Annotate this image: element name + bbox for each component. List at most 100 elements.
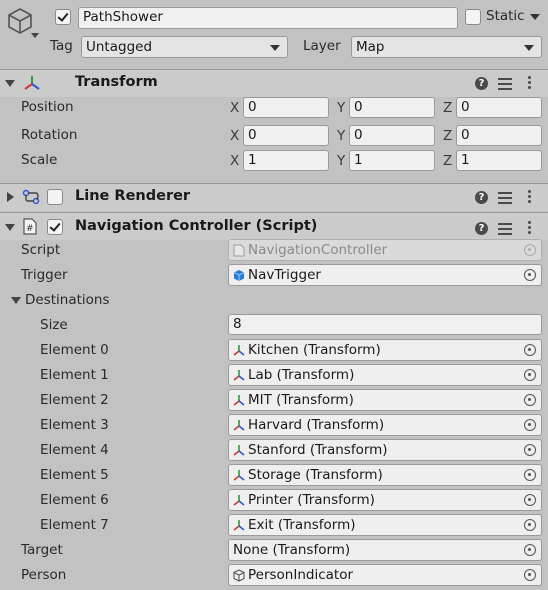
object-picker-icon[interactable] — [524, 544, 536, 556]
element-field[interactable]: Exit (Transform) — [228, 514, 542, 536]
rotation-x-value: 0 — [248, 127, 257, 143]
transform-header[interactable]: Transform ? — [0, 69, 548, 97]
chevron-down-icon — [524, 45, 534, 51]
script-icon: # — [23, 218, 37, 235]
scale-z-field[interactable]: 1 — [456, 150, 542, 171]
tag-dropdown[interactable]: Untagged — [81, 36, 288, 58]
preset-icon[interactable] — [498, 77, 512, 90]
element-field[interactable]: MIT (Transform) — [228, 389, 542, 411]
gameobject-icon-dropdown-arrow[interactable] — [31, 33, 39, 38]
active-checkbox[interactable] — [55, 9, 71, 25]
nav-controller-header[interactable]: # Navigation Controller (Script) ? — [0, 212, 548, 240]
object-picker-icon[interactable] — [524, 519, 536, 531]
transform-icon — [233, 343, 245, 356]
position-x-axis[interactable]: X — [230, 100, 239, 116]
element-label: Element 3 — [40, 417, 109, 433]
element-field[interactable]: Stanford (Transform) — [228, 439, 542, 461]
element-label: Element 0 — [40, 342, 109, 358]
element-field[interactable]: Printer (Transform) — [228, 489, 542, 511]
target-label: Target — [21, 542, 63, 558]
more-options-icon[interactable] — [528, 76, 532, 90]
svg-text:#: # — [26, 224, 34, 234]
size-label: Size — [40, 317, 68, 333]
static-dropdown-arrow[interactable] — [530, 14, 540, 20]
element-value: MIT (Transform) — [248, 392, 354, 408]
more-options-icon[interactable] — [528, 190, 532, 204]
more-options-icon[interactable] — [528, 221, 532, 235]
rotation-y-axis[interactable]: Y — [337, 128, 345, 144]
scale-y-axis[interactable]: Y — [337, 153, 345, 169]
static-checkbox[interactable] — [465, 9, 481, 25]
static-label: Static — [486, 8, 525, 24]
transform-icon — [233, 393, 245, 406]
size-field[interactable]: 8 — [228, 314, 542, 335]
position-z-field[interactable]: 0 — [456, 97, 542, 118]
scale-z-axis[interactable]: Z — [443, 153, 452, 169]
help-icon[interactable]: ? — [475, 191, 488, 204]
layer-label: Layer — [303, 38, 341, 54]
fold-down-arrow[interactable] — [5, 224, 15, 231]
nav-controller-enable-checkbox[interactable] — [47, 219, 63, 235]
scale-x-value: 1 — [248, 152, 257, 168]
person-field[interactable]: PersonIndicator — [228, 564, 542, 586]
position-label: Position — [21, 99, 74, 115]
element-field[interactable]: Storage (Transform) — [228, 464, 542, 486]
scale-y-field[interactable]: 1 — [349, 150, 435, 171]
element-value: Storage (Transform) — [248, 467, 383, 483]
element-label: Element 2 — [40, 392, 109, 408]
line-renderer-header[interactable]: Line Renderer ? — [0, 183, 548, 211]
destinations-fold-arrow[interactable] — [11, 297, 21, 304]
element-field[interactable]: Kitchen (Transform) — [228, 339, 542, 361]
position-y-axis[interactable]: Y — [337, 100, 345, 116]
fold-right-arrow[interactable] — [7, 192, 14, 202]
line-renderer-enable-checkbox[interactable] — [47, 189, 63, 205]
target-field[interactable]: None (Transform) — [228, 539, 542, 561]
position-x-value: 0 — [248, 99, 257, 115]
preset-icon[interactable] — [498, 191, 512, 204]
object-picker-icon[interactable] — [524, 569, 536, 581]
destinations-label[interactable]: Destinations — [25, 292, 110, 308]
rotation-y-field[interactable]: 0 — [349, 125, 435, 146]
transform-icon — [24, 75, 40, 91]
fold-down-arrow[interactable] — [5, 80, 15, 87]
rotation-z-field[interactable]: 0 — [456, 125, 542, 146]
element-field[interactable]: Lab (Transform) — [228, 364, 542, 386]
object-picker-icon[interactable] — [524, 344, 536, 356]
help-icon[interactable]: ? — [475, 77, 488, 90]
transform-icon — [233, 518, 245, 531]
transform-title: Transform — [75, 74, 158, 90]
position-x-field[interactable]: 0 — [243, 97, 329, 118]
object-name-text: PathShower — [83, 9, 163, 25]
object-picker-icon[interactable] — [524, 444, 536, 456]
scale-x-axis[interactable]: X — [230, 153, 239, 169]
position-y-field[interactable]: 0 — [349, 97, 435, 118]
scale-y-value: 1 — [354, 152, 363, 168]
object-name-input[interactable]: PathShower — [78, 7, 458, 29]
object-picker-icon[interactable] — [524, 369, 536, 381]
trigger-label: Trigger — [21, 267, 68, 283]
object-picker-icon[interactable] — [524, 469, 536, 481]
rotation-y-value: 0 — [354, 127, 363, 143]
layer-dropdown[interactable]: Map — [351, 36, 542, 58]
rotation-z-value: 0 — [461, 127, 470, 143]
rotation-x-axis[interactable]: X — [230, 128, 239, 144]
object-picker-icon[interactable] — [524, 419, 536, 431]
object-picker-icon[interactable] — [524, 269, 536, 281]
object-picker-icon[interactable] — [524, 394, 536, 406]
element-value: Harvard (Transform) — [248, 417, 385, 433]
trigger-field[interactable]: NavTrigger — [228, 264, 542, 286]
element-value: Lab (Transform) — [248, 367, 355, 383]
gameobject-icon[interactable] — [6, 7, 34, 35]
scale-x-field[interactable]: 1 — [243, 150, 329, 171]
nav-controller-title: Navigation Controller (Script) — [75, 218, 318, 234]
element-label: Element 5 — [40, 467, 109, 483]
help-icon[interactable]: ? — [475, 222, 488, 235]
rotation-x-field[interactable]: 0 — [243, 125, 329, 146]
rotation-z-axis[interactable]: Z — [443, 128, 452, 144]
object-picker-icon[interactable] — [524, 494, 536, 506]
element-field[interactable]: Harvard (Transform) — [228, 414, 542, 436]
trigger-value: NavTrigger — [248, 267, 321, 283]
scale-z-value: 1 — [461, 152, 470, 168]
preset-icon[interactable] — [498, 222, 512, 235]
position-z-axis[interactable]: Z — [443, 100, 452, 116]
